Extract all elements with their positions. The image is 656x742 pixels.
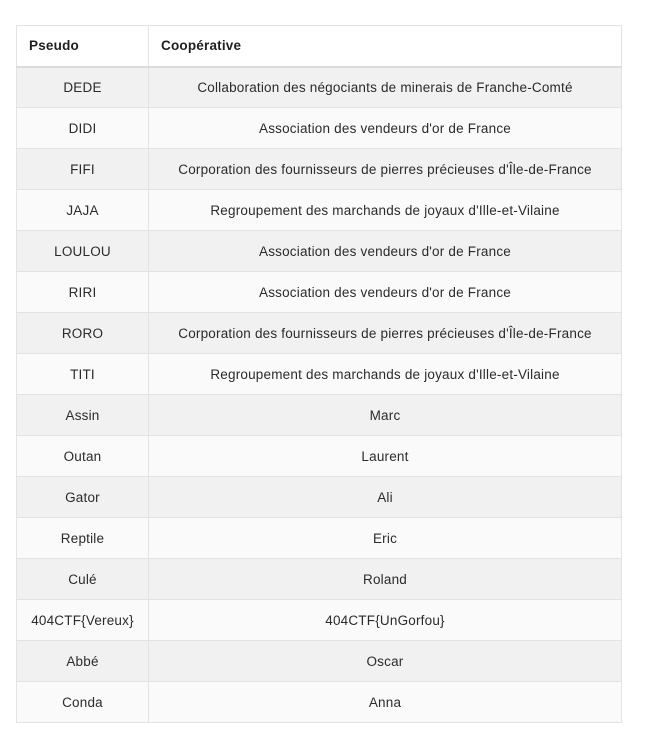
cell-pseudo: DIDI xyxy=(16,107,149,149)
table-row: 404CTF{Vereux} 404CTF{UnGorfou} xyxy=(16,599,622,641)
header-pseudo: Pseudo xyxy=(16,25,149,68)
table-row: Outan Laurent xyxy=(16,435,622,477)
cell-pseudo: Gator xyxy=(16,476,149,518)
cell-pseudo: Assin xyxy=(16,394,149,436)
results-table-container: Pseudo Coopérative DEDE Collaboration des… xyxy=(16,25,622,723)
cell-cooperative: Anna xyxy=(148,681,622,723)
table-row: TITI Regroupement des marchands de joyaux… xyxy=(16,353,622,395)
cell-pseudo: Culé xyxy=(16,558,149,600)
table-row: Culé Roland xyxy=(16,558,622,600)
cell-cooperative: Association des vendeurs d'or de France xyxy=(148,107,622,149)
table-header: Pseudo Coopérative xyxy=(16,25,622,68)
cell-cooperative: 404CTF{UnGorfou} xyxy=(148,599,622,641)
table-body: DEDE Collaboration des négociants de mine… xyxy=(16,66,622,723)
cell-pseudo: 404CTF{Vereux} xyxy=(16,599,149,641)
cell-cooperative: Collaboration des négociants de minerais… xyxy=(148,66,622,108)
table-row: Abbé Oscar xyxy=(16,640,622,682)
cell-cooperative: Marc xyxy=(148,394,622,436)
cell-cooperative: Regroupement des marchands de joyaux d'I… xyxy=(148,353,622,395)
cell-pseudo: Abbé xyxy=(16,640,149,682)
header-row: Pseudo Coopérative xyxy=(16,25,622,68)
results-table: Pseudo Coopérative DEDE Collaboration des… xyxy=(16,25,622,723)
cell-pseudo: LOULOU xyxy=(16,230,149,272)
cell-cooperative: Regroupement des marchands de joyaux d'I… xyxy=(148,189,622,231)
table-row: FIFI Corporation des fournisseurs de pier… xyxy=(16,148,622,190)
table-row: RORO Corporation des fournisseurs de pier… xyxy=(16,312,622,354)
cell-cooperative: Association des vendeurs d'or de France xyxy=(148,230,622,272)
cell-pseudo: RIRI xyxy=(16,271,149,313)
table-row: Reptile Eric xyxy=(16,517,622,559)
cell-pseudo: RORO xyxy=(16,312,149,354)
cell-pseudo: Reptile xyxy=(16,517,149,559)
table-row: DIDI Association des vendeurs d'or de Fra… xyxy=(16,107,622,149)
cell-cooperative: Laurent xyxy=(148,435,622,477)
table-row: RIRI Association des vendeurs d'or de Fra… xyxy=(16,271,622,313)
table-row: LOULOU Association des vendeurs d'or de F… xyxy=(16,230,622,272)
header-cooperative: Coopérative xyxy=(148,25,622,68)
cell-cooperative: Corporation des fournisseurs de pierres … xyxy=(148,312,622,354)
cell-pseudo: JAJA xyxy=(16,189,149,231)
cell-pseudo: Outan xyxy=(16,435,149,477)
cell-cooperative: Roland xyxy=(148,558,622,600)
cell-cooperative: Corporation des fournisseurs de pierres … xyxy=(148,148,622,190)
cell-pseudo: FIFI xyxy=(16,148,149,190)
cell-pseudo: DEDE xyxy=(16,66,149,108)
table-row: Conda Anna xyxy=(16,681,622,723)
table-row: Assin Marc xyxy=(16,394,622,436)
cell-pseudo: Conda xyxy=(16,681,149,723)
table-row: DEDE Collaboration des négociants de mine… xyxy=(16,66,622,108)
cell-pseudo: TITI xyxy=(16,353,149,395)
table-row: JAJA Regroupement des marchands de joyaux… xyxy=(16,189,622,231)
cell-cooperative: Oscar xyxy=(148,640,622,682)
table-row: Gator Ali xyxy=(16,476,622,518)
cell-cooperative: Ali xyxy=(148,476,622,518)
cell-cooperative: Association des vendeurs d'or de France xyxy=(148,271,622,313)
cell-cooperative: Eric xyxy=(148,517,622,559)
